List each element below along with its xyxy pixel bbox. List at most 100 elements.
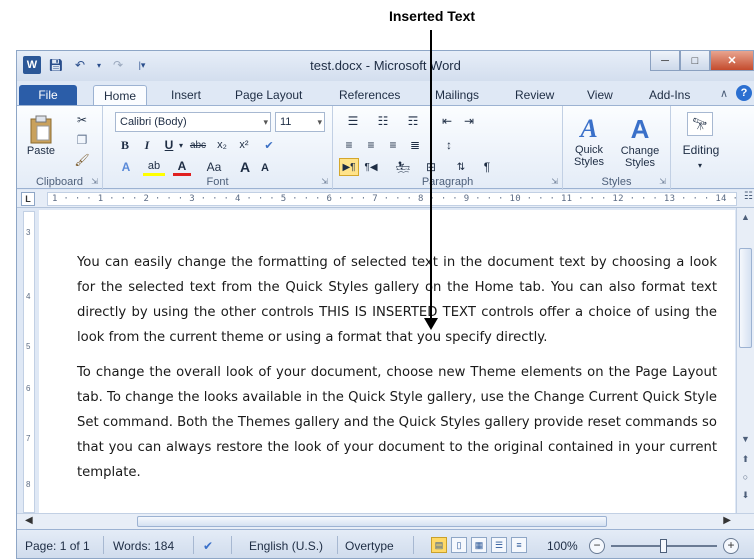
subscript-button[interactable]: x₂	[213, 136, 231, 154]
align-right-icon[interactable]: ≡	[383, 136, 403, 154]
help-icon[interactable]: ?	[736, 85, 752, 101]
outline-view-icon[interactable]: ☰	[491, 537, 507, 553]
tab-selector[interactable]: L	[21, 192, 35, 206]
styles-group-label: Styles	[601, 176, 632, 188]
shading-icon[interactable]: 🚣︎	[391, 158, 415, 176]
vertical-scroll-thumb[interactable]	[739, 248, 752, 348]
bullets-icon[interactable]: ☰	[339, 112, 367, 130]
font-size-combo[interactable]: 11 ▾	[275, 112, 325, 132]
zoom-level[interactable]: 100%	[547, 539, 578, 553]
text-effects-icon[interactable]: A	[117, 158, 135, 176]
italic-button[interactable]: I	[139, 136, 155, 154]
paste-button[interactable]: Paste	[23, 110, 59, 162]
annotation-arrow-head	[424, 318, 438, 330]
underline-button[interactable]: U	[161, 136, 177, 154]
tab-review[interactable]: Review	[505, 85, 564, 105]
paragraph-2[interactable]: To change the overall look of your docum…	[77, 360, 717, 485]
view-ruler-icon[interactable]: ☷	[744, 191, 753, 202]
tab-references[interactable]: References	[329, 85, 410, 105]
chevron-down-icon: ▾	[317, 117, 322, 127]
sort-icon[interactable]: ⇅	[451, 158, 471, 176]
show-marks-button[interactable]: ¶	[477, 158, 497, 176]
highlight-icon[interactable]: ab	[143, 158, 165, 176]
right-to-left-icon[interactable]: ¶◀	[361, 158, 381, 176]
tab-file[interactable]: File	[19, 85, 77, 105]
ribbon: Paste ✂ ❐ 🖌︎ Clipboard ⇲ Calibri (Body) ▾…	[17, 105, 754, 190]
justify-icon[interactable]: ≣	[405, 136, 425, 154]
dialog-launcher-icon[interactable]: ⇲	[91, 177, 98, 186]
shrink-font-button[interactable]: A	[257, 160, 273, 176]
tab-home[interactable]: Home	[93, 85, 148, 106]
close-button[interactable]: ✕	[710, 51, 754, 71]
print-layout-view-icon[interactable]: ▤	[431, 537, 447, 553]
horizontal-scrollbar[interactable]: ◀ ▶	[17, 513, 754, 529]
word-count[interactable]: Words: 184	[113, 539, 174, 553]
horizontal-scroll-thumb[interactable]	[137, 516, 607, 527]
overtype-indicator[interactable]: Overtype	[345, 539, 394, 553]
maximize-button[interactable]: □	[680, 51, 710, 71]
decrease-indent-icon[interactable]: ⇤	[437, 112, 457, 130]
minimize-ribbon-icon[interactable]: ∧	[720, 87, 728, 100]
zoom-out-icon[interactable]: −	[589, 538, 605, 554]
font-color-icon[interactable]: A	[173, 158, 191, 176]
scroll-right-icon[interactable]: ▶	[723, 515, 731, 526]
multilevel-list-icon[interactable]: ☶	[399, 112, 427, 130]
document-page[interactable]: You can easily change the formatting of …	[39, 210, 735, 516]
tab-insert[interactable]: Insert	[161, 85, 211, 105]
font-name-combo[interactable]: Calibri (Body) ▾	[115, 112, 271, 132]
dialog-launcher-icon[interactable]: ⇲	[659, 177, 666, 186]
grow-font-button[interactable]: A	[237, 158, 253, 176]
change-case-button[interactable]: Aa	[201, 158, 227, 176]
zoom-slider-thumb[interactable]	[660, 539, 667, 553]
format-painter-icon[interactable]: 🖌︎	[73, 152, 91, 168]
minimize-button[interactable]: ─	[650, 51, 680, 71]
scroll-down-icon[interactable]: ▼	[739, 434, 752, 444]
vertical-ruler[interactable]: 3 4 5 6 7 8	[23, 211, 35, 513]
line-spacing-icon[interactable]: ↕	[437, 136, 461, 154]
increase-indent-icon[interactable]: ⇥	[459, 112, 479, 130]
clear-formatting-icon[interactable]: ✔	[259, 136, 279, 154]
chevron-down-icon[interactable]: ▾	[695, 160, 705, 170]
word-window: W 💾︎ ↶ ▾ ↷ |▾ test.docx - Microsoft Word…	[16, 50, 754, 559]
change-styles-button[interactable]: A Change Styles	[615, 110, 665, 172]
next-page-icon[interactable]: ⬇	[739, 490, 752, 501]
numbering-icon[interactable]: ☷	[369, 112, 397, 130]
tab-page-layout[interactable]: Page Layout	[225, 85, 312, 105]
language-indicator[interactable]: English (U.S.)	[249, 539, 323, 553]
align-center-icon[interactable]: ≡	[361, 136, 381, 154]
dialog-launcher-icon[interactable]: ⇲	[321, 177, 328, 186]
vertical-scrollbar[interactable]: ▲ ▼ ⬆ ○ ⬇	[736, 208, 754, 513]
strikethrough-button[interactable]: abc	[187, 136, 209, 154]
superscript-button[interactable]: x²	[235, 136, 253, 154]
previous-page-icon[interactable]: ⬆	[739, 454, 752, 465]
window-controls: ─ □ ✕	[650, 51, 754, 71]
paragraph-group-label: Paragraph	[421, 176, 474, 188]
quick-styles-button[interactable]: A Quick Styles	[567, 110, 611, 172]
find-icon[interactable]: 🔭︎	[687, 112, 713, 136]
font-group-label: Font	[206, 176, 229, 188]
left-to-right-icon[interactable]: ▶¶	[339, 158, 359, 176]
editing-button[interactable]: Editing	[675, 142, 727, 158]
styles-group: A Quick Styles A Change Styles Styles ⇲	[563, 106, 671, 190]
tab-mailings[interactable]: Mailings	[425, 85, 489, 105]
paragraph-1[interactable]: You can easily change the formatting of …	[77, 250, 717, 350]
draft-view-icon[interactable]: ≡	[511, 537, 527, 553]
ribbon-tab-bar: File Home Insert Page Layout References …	[17, 81, 754, 106]
zoom-in-icon[interactable]: +	[723, 538, 739, 554]
scroll-left-icon[interactable]: ◀	[25, 515, 33, 526]
copy-icon[interactable]: ❐	[73, 132, 91, 148]
tab-view[interactable]: View	[577, 85, 623, 105]
align-left-icon[interactable]: ≡	[339, 136, 359, 154]
browse-object-icon[interactable]: ○	[739, 472, 752, 482]
full-screen-reading-icon[interactable]: ▯	[451, 537, 467, 553]
web-layout-icon[interactable]: ▦	[471, 537, 487, 553]
page-count[interactable]: Page: 1 of 1	[25, 539, 90, 553]
tab-add-ins[interactable]: Add-Ins	[639, 85, 700, 105]
dialog-launcher-icon[interactable]: ⇲	[551, 177, 558, 186]
cut-icon[interactable]: ✂	[73, 112, 91, 128]
scroll-up-icon[interactable]: ▲	[739, 212, 752, 222]
bold-button[interactable]: B	[117, 136, 133, 154]
horizontal-ruler[interactable]: 1 · · · 1 · · · 2 · · · 3 · · · 4 · · · …	[47, 192, 737, 206]
proofing-icon[interactable]: ✔	[203, 539, 213, 553]
chevron-down-icon[interactable]: ▾	[177, 136, 185, 154]
